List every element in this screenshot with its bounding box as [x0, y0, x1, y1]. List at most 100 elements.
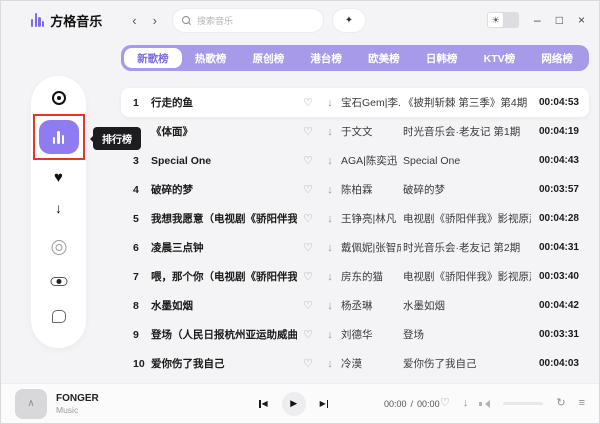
play-button[interactable]: ▶: [282, 392, 306, 416]
tab-hot-songs[interactable]: 热歌榜: [182, 48, 240, 68]
forward-icon[interactable]: ›: [153, 14, 157, 27]
sidebar-item-toggle[interactable]: [50, 277, 67, 286]
total-time: 00:00: [417, 399, 440, 409]
song-list: 1 行走的鱼 ♡ ↓ 宝石Gem|李... 《披荆斩棘 第三季》第4期 00:0…: [121, 88, 589, 378]
back-icon[interactable]: ‹: [132, 14, 136, 27]
tab-jp-kr[interactable]: 日韩榜: [413, 48, 471, 68]
table-row[interactable]: 2 《体面》 ♡ ↓ 于文文 时光音乐会·老友记 第1期 00:04:19: [121, 117, 589, 146]
sidebar-item-downloads[interactable]: ↓: [55, 200, 62, 216]
minimize-button[interactable]: –: [534, 14, 541, 26]
table-row[interactable]: 3 Special One ♡ ↓ AGA|陈奕迅 Special One 00…: [121, 146, 589, 175]
download-icon[interactable]: ↓: [319, 184, 341, 196]
table-row[interactable]: 9 登场（人民日报杭州亚运助威曲） ♡ ↓ 刘德华 登场 00:03:31: [121, 320, 589, 349]
playlist-icon[interactable]: ≡: [579, 398, 585, 409]
song-album[interactable]: 登场: [401, 327, 531, 342]
song-artist[interactable]: 冷漠: [341, 356, 401, 371]
album-cover-placeholder[interactable]: ∧: [15, 389, 47, 419]
song-album[interactable]: 《披荆斩棘 第三季》第4期: [401, 95, 531, 110]
track-title: FONGER: [56, 393, 99, 404]
table-row[interactable]: 4 破碎的梦 ♡ ↓ 陈柏霖 破碎的梦 00:03:57: [121, 175, 589, 204]
song-title: 登场（人民日报杭州亚运助威曲）: [151, 327, 297, 342]
play-icon: ▶: [290, 398, 297, 409]
like-icon[interactable]: ♡: [297, 328, 319, 341]
maximize-button[interactable]: □: [556, 14, 563, 26]
download-icon[interactable]: ↓: [319, 358, 341, 370]
previous-button[interactable]: ◀: [259, 399, 268, 408]
cover-placeholder-icon: ∧: [27, 398, 34, 409]
tab-hk-tw[interactable]: 港台榜: [297, 48, 355, 68]
table-row[interactable]: 8 水墨如烟 ♡ ↓ 杨丞琳 水墨如烟 00:04:42: [121, 291, 589, 320]
tab-original[interactable]: 原创榜: [240, 48, 298, 68]
like-icon[interactable]: ♡: [297, 270, 319, 283]
download-icon[interactable]: ↓: [319, 271, 341, 283]
search-icon: [182, 16, 191, 25]
song-duration: 00:03:40: [531, 271, 589, 282]
song-album[interactable]: 电视剧《骄阳伴我》影视原声大碟: [401, 211, 531, 226]
song-rank: 9: [121, 329, 151, 341]
like-icon[interactable]: ♡: [297, 96, 319, 109]
theme-toggle[interactable]: ☀: [487, 12, 519, 28]
tab-western[interactable]: 欧美榜: [355, 48, 413, 68]
volume-icon[interactable]: [481, 400, 490, 408]
song-artist[interactable]: 刘德华: [341, 327, 401, 342]
table-row[interactable]: 6 凌晨三点钟 ♡ ↓ 戴佩妮|张智成 时光音乐会·老友记 第2期 00:04:…: [121, 233, 589, 262]
download-icon[interactable]: ↓: [319, 126, 341, 138]
like-icon[interactable]: ♡: [297, 212, 319, 225]
song-title: 喂，那个你（电视剧《骄阳伴我》...: [151, 269, 297, 284]
song-artist[interactable]: 杨丞琳: [341, 298, 401, 313]
player-bar: ∧ FONGER Music ◀ ▶ ▶ 00:00 / 00:00 ♡ ↓ ↻…: [1, 383, 599, 423]
song-artist[interactable]: 陈柏霖: [341, 182, 401, 197]
like-icon[interactable]: ♡: [297, 299, 319, 312]
like-icon[interactable]: ♡: [297, 125, 319, 138]
download-icon[interactable]: ↓: [319, 155, 341, 167]
tab-network[interactable]: 网络榜: [528, 48, 586, 68]
like-icon[interactable]: ♡: [297, 183, 319, 196]
like-icon[interactable]: ♡: [297, 154, 319, 167]
download-icon[interactable]: ↓: [463, 398, 469, 409]
like-icon[interactable]: ♡: [297, 241, 319, 254]
song-artist[interactable]: 于文文: [341, 124, 401, 139]
song-artist[interactable]: AGA|陈奕迅: [341, 153, 401, 168]
table-row[interactable]: 7 喂，那个你（电视剧《骄阳伴我》... ♡ ↓ 房东的猫 电视剧《骄阳伴我》影…: [121, 262, 589, 291]
song-album[interactable]: 爱你伤了我自己: [401, 356, 531, 371]
song-album[interactable]: 电视剧《骄阳伴我》影视原声大碟: [401, 269, 531, 284]
tab-new-songs[interactable]: 新歌榜: [124, 48, 182, 68]
song-title: 爱你伤了我自己: [151, 356, 297, 371]
time-separator: /: [411, 399, 414, 409]
sidebar-item-favorites[interactable]: ♥: [54, 169, 63, 186]
song-album[interactable]: Special One: [401, 155, 531, 167]
search-input[interactable]: 搜索音乐: [173, 9, 323, 32]
song-title: 我想我愿意（电视剧《骄阳伴我》...: [151, 211, 297, 226]
download-icon[interactable]: ↓: [319, 329, 341, 341]
close-button[interactable]: ×: [578, 14, 585, 26]
song-artist[interactable]: 房东的猫: [341, 269, 401, 284]
like-icon[interactable]: ♡: [297, 357, 319, 370]
volume-slider[interactable]: [503, 402, 543, 405]
download-icon[interactable]: ↓: [319, 242, 341, 254]
song-album[interactable]: 时光音乐会·老友记 第1期: [401, 124, 531, 139]
table-row[interactable]: 5 我想我愿意（电视剧《骄阳伴我》... ♡ ↓ 王铮亮|林凡 电视剧《骄阳伴我…: [121, 204, 589, 233]
song-duration: 00:03:57: [531, 184, 589, 195]
sidebar-item-discover[interactable]: [52, 91, 66, 105]
song-artist[interactable]: 戴佩妮|张智成: [341, 240, 401, 255]
song-title: 凌晨三点钟: [151, 240, 297, 255]
song-album[interactable]: 时光音乐会·老友记 第2期: [401, 240, 531, 255]
song-artist[interactable]: 宝石Gem|李...: [341, 95, 401, 110]
song-rank: 3: [121, 155, 151, 167]
song-rank: 1: [121, 97, 151, 109]
table-row[interactable]: 1 行走的鱼 ♡ ↓ 宝石Gem|李... 《披荆斩棘 第三季》第4期 00:0…: [121, 88, 589, 117]
repeat-icon[interactable]: ↻: [556, 398, 565, 409]
sidebar-item-cd[interactable]: [51, 240, 66, 255]
table-row[interactable]: 10 爱你伤了我自己 ♡ ↓ 冷漠 爱你伤了我自己 00:04:03: [121, 349, 589, 378]
download-icon[interactable]: ↓: [319, 213, 341, 225]
like-icon[interactable]: ♡: [440, 398, 450, 409]
tab-ktv[interactable]: KTV榜: [471, 48, 529, 68]
download-icon[interactable]: ↓: [319, 300, 341, 312]
download-icon[interactable]: ↓: [319, 97, 341, 109]
next-button[interactable]: ▶: [320, 399, 329, 408]
sidebar-item-feedback[interactable]: [52, 310, 66, 323]
sparkle-button[interactable]: ✦: [333, 9, 365, 32]
song-album[interactable]: 破碎的梦: [401, 182, 531, 197]
song-artist[interactable]: 王铮亮|林凡: [341, 211, 401, 226]
song-album[interactable]: 水墨如烟: [401, 298, 531, 313]
